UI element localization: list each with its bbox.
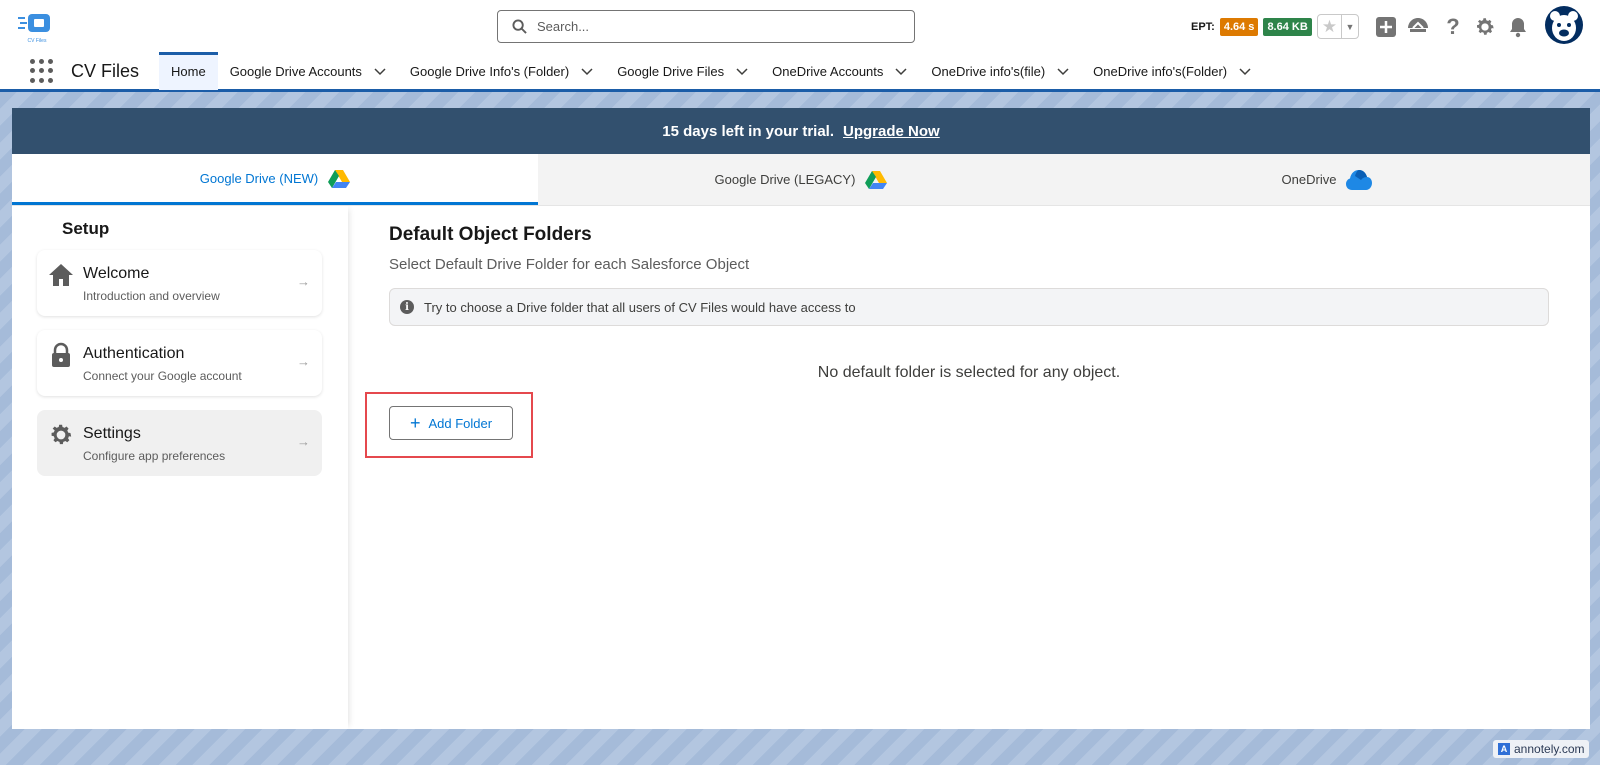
nav-item-onedrive-infos-folder[interactable]: OneDrive info's(Folder) — [1081, 52, 1263, 90]
chevron-down-icon[interactable] — [581, 65, 593, 77]
notifications-bell-icon[interactable] — [1505, 14, 1531, 40]
page-subtitle: Select Default Drive Folder for each Sal… — [389, 256, 750, 273]
home-icon — [49, 264, 73, 286]
sidebar-title: Setup — [62, 219, 110, 238]
sidebar-item-title: Settings — [83, 425, 141, 442]
info-icon: i — [400, 300, 414, 314]
info-text: Try to choose a Drive folder that all us… — [424, 299, 856, 315]
sidebar-item-title: Welcome — [83, 265, 150, 282]
setup-gear-icon[interactable] — [1472, 14, 1498, 40]
nav-item-google-drive-files[interactable]: Google Drive Files — [605, 52, 760, 90]
nav-item-onedrive-accounts[interactable]: OneDrive Accounts — [760, 52, 919, 90]
app-card: 15 days left in your trial. Upgrade Now … — [12, 108, 1590, 729]
star-icon[interactable]: ★ — [1318, 15, 1342, 38]
upgrade-now-link[interactable]: Upgrade Now — [843, 123, 940, 140]
nav-item-google-drive-infos-folder[interactable]: Google Drive Info's (Folder) — [398, 52, 605, 90]
ept-indicator: EPT: 4.64 s 8.64 KB — [1191, 18, 1312, 36]
annotely-logo-icon: A — [1498, 743, 1510, 755]
tab-google-drive-legacy[interactable]: Google Drive (LEGACY) — [538, 154, 1064, 205]
ept-label: EPT: — [1191, 21, 1215, 33]
user-avatar[interactable] — [1545, 6, 1583, 44]
info-notice: i Try to choose a Drive folder that all … — [389, 288, 1549, 326]
sidebar-item-title: Authentication — [83, 345, 185, 362]
cv-files-logo[interactable]: CV Files — [16, 8, 58, 46]
nav-item-home[interactable]: Home — [159, 52, 218, 90]
plus-icon: + — [409, 413, 421, 433]
sidebar-item-welcome[interactable]: Welcome Introduction and overview → — [37, 250, 322, 316]
ept-time-badge: 4.64 s — [1219, 18, 1259, 36]
chevron-down-icon[interactable] — [1239, 65, 1251, 77]
add-folder-label: Add Folder — [428, 415, 493, 431]
chevron-down-icon[interactable]: ▼ — [1342, 15, 1358, 38]
ept-size-badge: 8.64 KB — [1263, 18, 1312, 36]
app-name: CV Files — [71, 61, 140, 81]
sidebar-item-subtitle: Connect your Google account — [83, 369, 242, 383]
chevron-down-icon[interactable] — [1057, 65, 1069, 77]
search-icon — [512, 19, 527, 34]
empty-state-message: No default folder is selected for any ob… — [817, 364, 1121, 381]
global-header: CV Files Search... EPT: 4.64 s 8.64 KB ★… — [0, 0, 1600, 52]
onedrive-icon — [1346, 169, 1373, 190]
tab-onedrive[interactable]: OneDrive — [1064, 154, 1590, 205]
search-input[interactable]: Search... — [497, 10, 915, 43]
search-placeholder: Search... — [537, 19, 590, 34]
app-launcher-icon[interactable] — [30, 59, 54, 83]
trailhead-icon[interactable] — [1405, 14, 1431, 40]
arrow-right-icon: → — [297, 274, 310, 289]
help-icon[interactable]: ? — [1440, 14, 1466, 40]
google-drive-icon — [328, 169, 351, 188]
sidebar-item-subtitle: Configure app preferences — [83, 449, 226, 463]
drive-tabs: Google Drive (NEW) Google Drive (LEGACY)… — [12, 154, 1590, 206]
app-navigation-bar: CV Files Home Google Drive Accounts Goog… — [0, 52, 1600, 92]
sidebar-item-settings[interactable]: Settings Configure app preferences → — [37, 410, 322, 476]
setup-sidebar: Setup Welcome Introduction and overview … — [12, 206, 348, 729]
arrow-right-icon: → — [297, 434, 310, 449]
lock-icon — [52, 342, 70, 367]
nav-items: Home Google Drive Accounts Google Drive … — [159, 52, 1263, 90]
tab-google-drive-new[interactable]: Google Drive (NEW) — [12, 154, 538, 205]
arrow-right-icon: → — [297, 354, 310, 369]
chevron-down-icon[interactable] — [736, 65, 748, 77]
sidebar-item-subtitle: Introduction and overview — [83, 289, 220, 303]
svg-text:CV Files: CV Files — [28, 38, 47, 44]
nav-item-onedrive-infos-file[interactable]: OneDrive info's(file) — [919, 52, 1081, 90]
gear-icon — [51, 424, 72, 445]
chevron-down-icon[interactable] — [374, 65, 386, 77]
trial-banner: 15 days left in your trial. Upgrade Now — [12, 108, 1590, 154]
trial-text: 15 days left in your trial. — [662, 122, 835, 140]
chevron-down-icon[interactable] — [895, 65, 907, 77]
annotely-watermark: A annotely.com — [1493, 740, 1590, 758]
sidebar-item-authentication[interactable]: Authentication Connect your Google accou… — [37, 330, 322, 396]
nav-item-google-drive-accounts[interactable]: Google Drive Accounts — [218, 52, 398, 90]
google-drive-icon — [865, 171, 888, 189]
favorites-control[interactable]: ★ ▼ — [1317, 14, 1359, 39]
page-title: Default Object Folders — [389, 224, 592, 245]
global-actions-add-icon[interactable] — [1373, 14, 1399, 40]
add-folder-button[interactable]: + Add Folder — [389, 406, 513, 440]
